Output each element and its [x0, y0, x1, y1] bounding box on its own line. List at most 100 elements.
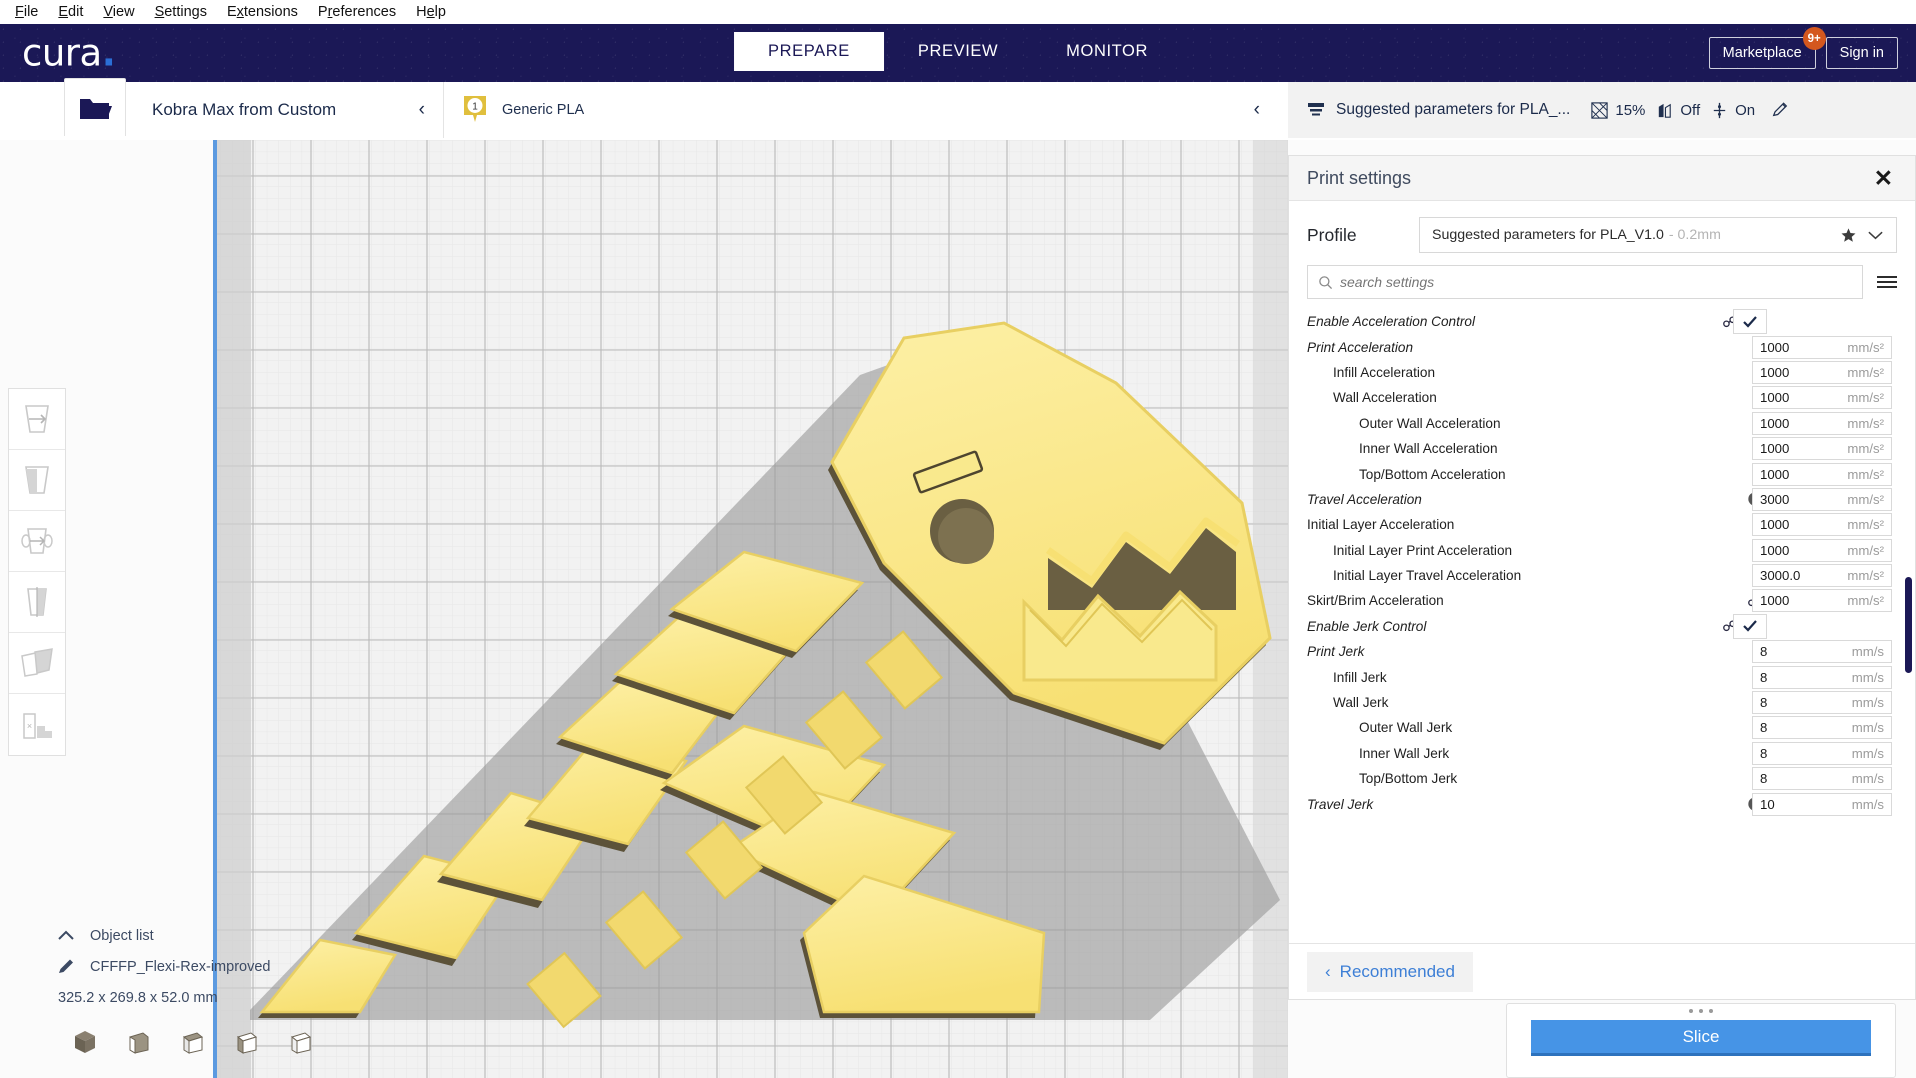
setting-unit: mm/s²	[1847, 568, 1884, 584]
setting-value-field[interactable]: 10 mm/s	[1752, 792, 1892, 816]
search-settings-box[interactable]	[1307, 265, 1863, 299]
setting-value-field[interactable]: 8 mm/s	[1752, 741, 1892, 765]
rotate-tool[interactable]	[9, 511, 65, 572]
setting-row: Top/Bottom Jerk 8 mm/s	[1307, 766, 1905, 791]
menu-extensions[interactable]: Extensions	[218, 2, 307, 22]
tab-prepare[interactable]: PREPARE	[734, 32, 884, 71]
setting-value: 10	[1760, 796, 1775, 812]
check-icon	[1743, 315, 1757, 328]
setting-value-field[interactable]: 1000 mm/s²	[1752, 589, 1892, 613]
menu-view[interactable]: View	[94, 2, 143, 22]
setup-infill-chip: 15%	[1590, 101, 1645, 120]
svg-text:1: 1	[472, 102, 478, 113]
view-right-icon[interactable]	[288, 1029, 314, 1060]
scale-tool[interactable]	[9, 450, 65, 511]
setting-label: Initial Layer Acceleration	[1307, 517, 1455, 533]
setting-label: Enable Jerk Control	[1307, 618, 1427, 634]
pencil-icon[interactable]	[1771, 101, 1789, 119]
setting-value-field[interactable]: 1000 mm/s²	[1752, 386, 1892, 410]
setting-unit: mm/s	[1851, 720, 1884, 736]
mirror-tool[interactable]	[9, 572, 65, 633]
chevron-down-icon[interactable]	[1867, 229, 1884, 241]
object-list-item[interactable]: CFFFP_Flexi-Rex-improved	[56, 957, 270, 977]
chevron-left-icon: ‹	[1325, 961, 1331, 981]
setting-value-field[interactable]: 3000 mm/s²	[1752, 487, 1892, 511]
setting-label: Infill Jerk	[1333, 669, 1387, 685]
view-front-icon[interactable]	[126, 1029, 152, 1060]
setting-label: Inner Wall Jerk	[1359, 745, 1450, 761]
menu-bar: File Edit View Settings Extensions Prefe…	[0, 0, 1916, 24]
setting-value-field[interactable]: 1000 mm/s²	[1752, 437, 1892, 461]
setting-value-field[interactable]: 8 mm/s	[1752, 716, 1892, 740]
menu-edit[interactable]: Edit	[49, 2, 92, 22]
menu-help[interactable]: Help	[407, 2, 455, 22]
layer-height-icon	[1308, 103, 1324, 116]
open-file-button[interactable]	[64, 78, 126, 136]
setting-value-field[interactable]: 1000 mm/s²	[1752, 462, 1892, 486]
header-account-area: Marketplace 9+ Sign in	[1708, 27, 1898, 69]
setting-unit: mm/s²	[1847, 517, 1884, 533]
per-model-settings-tool[interactable]	[9, 633, 65, 694]
setting-value-field[interactable]: 1000 mm/s²	[1752, 360, 1892, 384]
object-list-toggle[interactable]: Object list	[56, 928, 270, 944]
support-blocker-icon: ×	[23, 712, 52, 739]
chevron-up-icon	[58, 930, 74, 940]
sign-in-button[interactable]: Sign in	[1825, 37, 1898, 69]
support-blocker-tool[interactable]: ×	[9, 694, 65, 755]
setting-label: Wall Jerk	[1333, 695, 1389, 711]
setting-checkbox[interactable]	[1733, 309, 1767, 335]
recommended-mode-button[interactable]: ‹ Recommended	[1307, 951, 1473, 992]
setting-unit: mm/s	[1851, 796, 1884, 812]
printer-selector[interactable]: Kobra Max from Custom ‹	[134, 82, 444, 138]
recommended-label: Recommended	[1339, 961, 1455, 981]
setup-adhesion-chip: On	[1710, 101, 1755, 120]
tab-preview[interactable]: PREVIEW	[884, 32, 1032, 71]
setting-label: Outer Wall Jerk	[1359, 720, 1453, 736]
setting-value-field[interactable]: 8 mm/s	[1752, 767, 1892, 791]
profile-dropdown[interactable]: Suggested parameters for PLA_V1.0 - 0.2m…	[1419, 217, 1897, 253]
setting-value-field[interactable]: 8 mm/s	[1752, 691, 1892, 715]
tab-monitor[interactable]: MONITOR	[1032, 32, 1182, 71]
view-top-icon[interactable]	[180, 1029, 206, 1060]
setting-row: Travel Jerkf10mm/s	[1307, 791, 1905, 816]
model-tools-panel: ×	[8, 388, 66, 756]
close-icon[interactable]: ✕	[1870, 166, 1897, 190]
setting-row: Outer Wall Acceleration 1000 mm/s²	[1307, 411, 1905, 436]
move-tool[interactable]	[9, 389, 65, 450]
star-icon[interactable]	[1840, 227, 1857, 244]
setting-value-field[interactable]: 1000 mm/s²	[1752, 538, 1892, 562]
cura-application-window: File Edit View Settings Extensions Prefe…	[0, 0, 1916, 1078]
material-selector[interactable]: 1 Generic PLA ‹	[444, 82, 1288, 138]
setting-value-field[interactable]: 8 mm/s	[1752, 640, 1892, 664]
settings-list[interactable]: Enable Acceleration Control Print Acceler…	[1289, 309, 1915, 943]
setting-checkbox[interactable]	[1733, 613, 1767, 639]
menu-settings[interactable]: Settings	[146, 2, 216, 22]
menu-preferences[interactable]: Preferences	[309, 2, 405, 22]
setting-label: Enable Acceleration Control	[1307, 314, 1476, 330]
print-setup-summary-bar[interactable]: Suggested parameters for PLA_... 15% Off…	[1288, 82, 1916, 138]
view-3d-icon[interactable]	[72, 1029, 98, 1060]
rotate-tool-icon	[21, 528, 53, 554]
marketplace-button[interactable]: Marketplace 9+	[1708, 27, 1826, 69]
setting-row: Skirt/Brim Acceleration 1000 mm/s²	[1307, 588, 1905, 613]
setting-value-field[interactable]: 3000.0 mm/s²	[1752, 564, 1892, 588]
settings-scrollbar[interactable]	[1905, 577, 1912, 673]
view-left-icon[interactable]	[234, 1029, 260, 1060]
setting-label: Print Acceleration	[1307, 339, 1414, 355]
setting-value-field[interactable]: 1000 mm/s²	[1752, 335, 1892, 359]
slice-button[interactable]: Slice	[1531, 1020, 1871, 1056]
chevron-left-icon: ‹	[418, 99, 425, 120]
setting-row: Infill Jerk 8 mm/s	[1307, 664, 1905, 689]
menu-file[interactable]: File	[6, 2, 47, 22]
setting-value-field[interactable]: 1000 mm/s²	[1752, 513, 1892, 537]
drag-handle-dots[interactable]	[1689, 1009, 1713, 1013]
setting-value-field[interactable]: 1000 mm/s²	[1752, 411, 1892, 435]
setting-unit: mm/s²	[1847, 441, 1884, 457]
infill-value: 15%	[1615, 101, 1646, 119]
hamburger-menu-icon[interactable]	[1877, 276, 1897, 288]
setting-value-field[interactable]: 8 mm/s	[1752, 665, 1892, 689]
logo-dot: .	[101, 31, 116, 75]
support-icon	[1659, 103, 1672, 118]
search-input[interactable]	[1340, 274, 1852, 290]
setting-value: 1000	[1760, 339, 1790, 355]
